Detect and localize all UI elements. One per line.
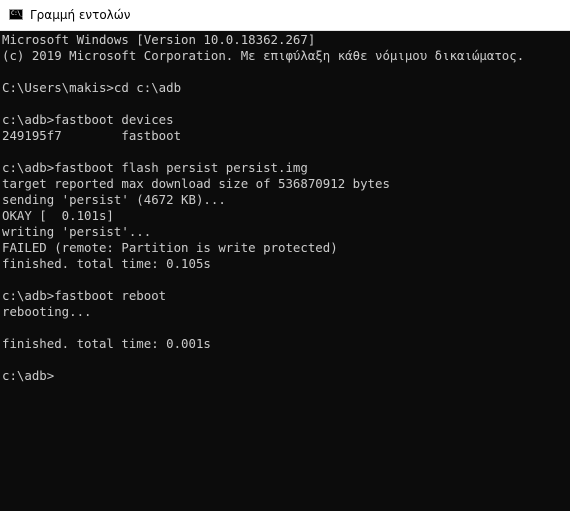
console-line: finished. total time: 0.105s <box>2 256 211 271</box>
title-bar[interactable]: C:\_ Γραμμή εντολών <box>0 0 570 31</box>
cmd-icon[interactable]: C:\_ <box>9 9 24 20</box>
cmd-icon-glyph: C:\_ <box>11 10 24 17</box>
console-line: writing 'persist'... <box>2 224 152 239</box>
console-line: OKAY [ 0.101s] <box>2 208 114 223</box>
console-line: 249195f7 fastboot <box>2 128 182 143</box>
console-line: finished. total time: 0.001s <box>2 336 211 351</box>
console-line: sending 'persist' (4672 KB)... <box>2 192 226 207</box>
console-line: c:\adb>fastboot devices <box>2 112 174 127</box>
console-output[interactable]: Microsoft Windows [Version 10.0.18362.26… <box>2 32 570 511</box>
console-line: (c) 2019 Microsoft Corporation. Με επιφύ… <box>2 48 525 63</box>
console-line: FAILED (remote: Partition is write prote… <box>2 240 338 255</box>
console-line: rebooting... <box>2 304 92 319</box>
command-prompt-window: C:\_ Γραμμή εντολών Microsoft Windows [V… <box>0 0 570 511</box>
console-line: c:\adb>fastboot reboot <box>2 288 167 303</box>
console-line: target reported max download size of 536… <box>2 176 390 191</box>
console-line: c:\adb>fastboot flash persist persist.im… <box>2 160 308 175</box>
console-line: c:\adb> <box>2 368 55 383</box>
console-line: C:\Users\makis>cd c:\adb <box>2 80 182 95</box>
console-line: Microsoft Windows [Version 10.0.18362.26… <box>2 32 316 47</box>
window-title: Γραμμή εντολών <box>30 8 131 22</box>
